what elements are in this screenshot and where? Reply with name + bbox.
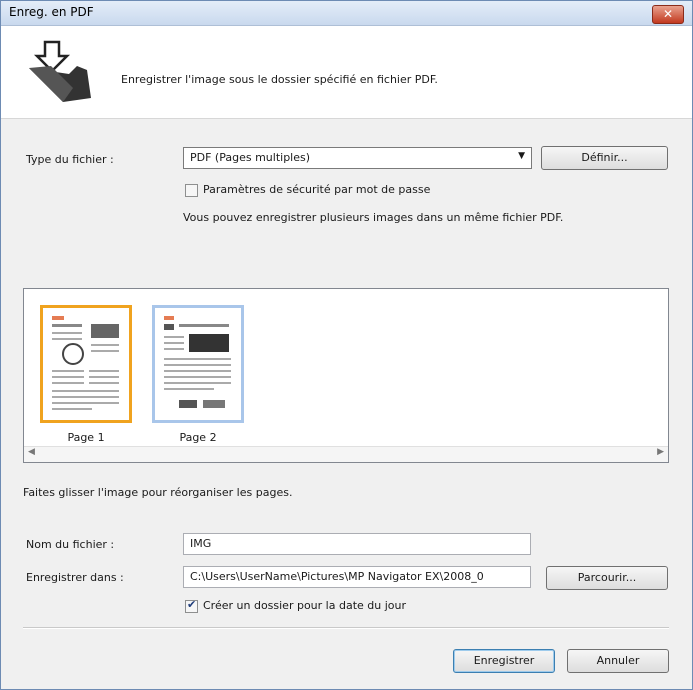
multi-page-info: Vous pouvez enregistrer plusieurs images… xyxy=(183,211,564,224)
save-path-value: C:\Users\UserName\Pictures\MP Navigator … xyxy=(190,570,484,583)
save-to-folder-icon xyxy=(29,40,91,102)
header-description: Enregistrer l'image sous le dossier spéc… xyxy=(121,73,438,86)
close-button[interactable]: ✕ xyxy=(652,5,684,24)
title-bar[interactable]: Enreg. en PDF ✕ xyxy=(1,1,692,26)
save-path-input[interactable]: C:\Users\UserName\Pictures\MP Navigator … xyxy=(183,566,531,588)
page-thumbnail-panel[interactable]: Page 1 Page 2 ◀ ▶ xyxy=(23,288,669,463)
browse-button[interactable]: Parcourir... xyxy=(546,566,668,590)
save-button[interactable]: Enregistrer xyxy=(453,649,555,673)
cancel-button[interactable]: Annuler xyxy=(567,649,669,673)
scroll-right-icon[interactable]: ▶ xyxy=(657,447,664,457)
file-type-select[interactable]: PDF (Pages multiples) ▼ xyxy=(183,147,532,169)
scroll-left-icon[interactable]: ◀ xyxy=(28,447,35,457)
page-thumbnail-1[interactable] xyxy=(40,305,132,423)
filename-value: IMG xyxy=(190,537,212,550)
checkmark-icon: ✔ xyxy=(187,598,197,611)
filename-label: Nom du fichier : xyxy=(26,538,115,551)
window-title: Enreg. en PDF xyxy=(9,5,94,19)
password-security-label: Paramètres de sécurité par mot de passe xyxy=(203,183,431,196)
close-icon: ✕ xyxy=(662,7,674,21)
dialog-header: Enregistrer l'image sous le dossier spéc… xyxy=(1,26,692,119)
page-thumbnail-2[interactable] xyxy=(152,305,244,423)
filename-input[interactable]: IMG xyxy=(183,533,531,555)
password-security-checkbox[interactable] xyxy=(185,184,198,197)
file-type-label: Type du fichier : xyxy=(26,153,114,166)
horizontal-scrollbar[interactable]: ◀ ▶ xyxy=(24,446,668,462)
file-type-value: PDF (Pages multiples) xyxy=(190,151,311,164)
chevron-down-icon: ▼ xyxy=(518,151,525,161)
page-label-2: Page 2 xyxy=(179,431,217,444)
divider xyxy=(23,627,669,629)
page-label-1: Page 1 xyxy=(67,431,105,444)
define-button[interactable]: Définir... xyxy=(541,146,668,170)
date-folder-checkbox[interactable]: ✔ xyxy=(185,598,198,613)
date-folder-label: Créer un dossier pour la date du jour xyxy=(203,599,407,612)
drag-hint: Faites glisser l'image pour réorganiser … xyxy=(23,486,293,499)
save-pdf-dialog: Enreg. en PDF ✕ Enregistrer l'image sous… xyxy=(0,0,693,690)
save-in-label: Enregistrer dans : xyxy=(26,571,124,584)
page-preview-image xyxy=(161,312,235,416)
page-preview-image xyxy=(49,312,123,416)
